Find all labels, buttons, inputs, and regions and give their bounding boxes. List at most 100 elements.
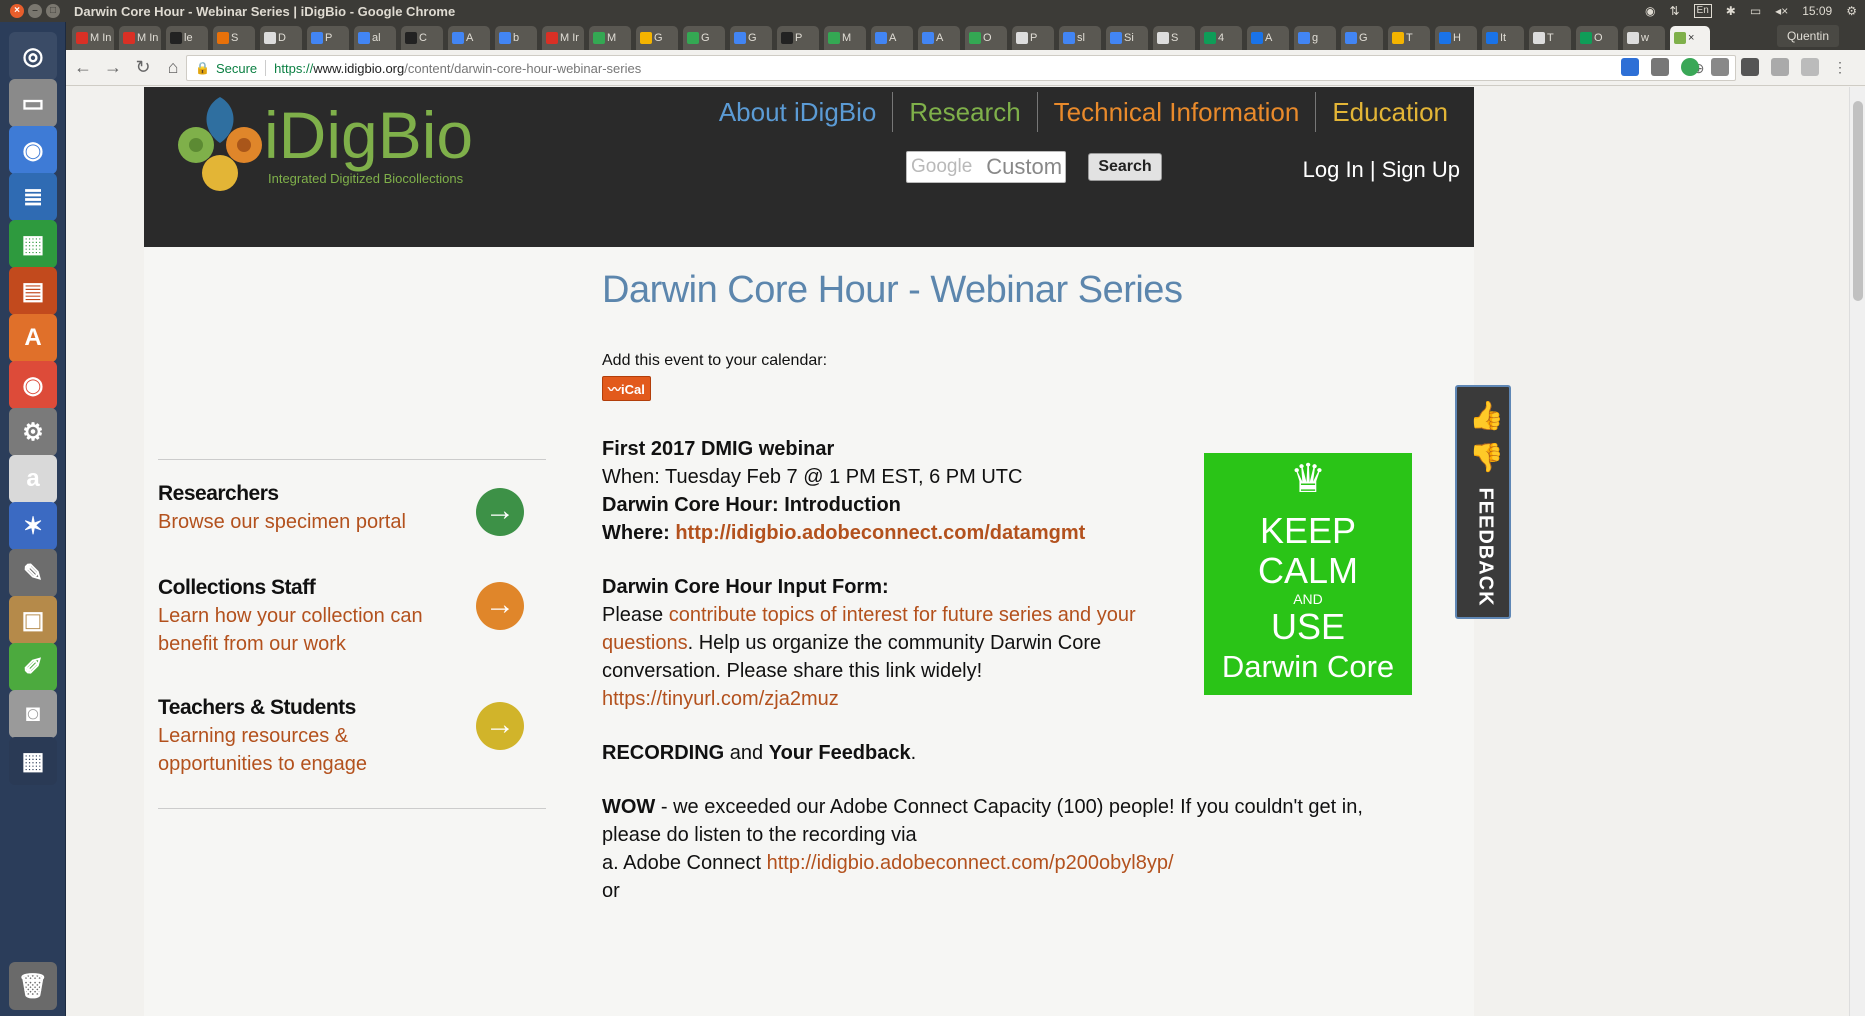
page-scrollbar[interactable] [1849,87,1865,1016]
writer-icon[interactable]: ≣ [9,173,57,221]
network-icon[interactable]: ⇅ [1669,4,1679,18]
login-signup-link[interactable]: Log In | Sign Up [1303,157,1460,183]
browser-tab[interactable]: G [636,26,678,50]
browser-tab[interactable]: P [777,26,819,50]
address-bar[interactable]: 🔒 Secure https:// www.idigbio.org /conte… [186,55,1736,81]
forward-icon[interactable]: → [100,55,126,81]
browser-tab[interactable]: T [1529,26,1571,50]
browser-tab[interactable]: O [1576,26,1618,50]
browser-tab[interactable]: A [448,26,490,50]
browser-tab[interactable]: b [495,26,537,50]
site-logo[interactable]: iDigBio Integrated Digitized Biocollecti… [172,93,473,193]
browser-tab[interactable]: T [1388,26,1430,50]
camera-icon[interactable]: ◙ [9,690,57,738]
nav-about-idigbio[interactable]: About iDigBio [703,92,894,132]
extension-icon-2[interactable] [1651,58,1669,76]
chrome-icon[interactable]: ◉ [9,361,57,409]
browser-tab[interactable]: M [824,26,866,50]
questions-link[interactable]: questions [602,632,688,654]
extension-icon-3[interactable] [1681,58,1699,76]
extension-icon-1[interactable] [1621,58,1639,76]
browser-tab[interactable]: H [1435,26,1477,50]
battery-icon[interactable]: ▭ [1750,4,1761,18]
nav-technical-information[interactable]: Technical Information [1038,92,1317,132]
archive-icon[interactable]: ▣ [9,596,57,644]
extension-icon-5[interactable] [1741,58,1759,76]
audience-link[interactable]: Browse our specimen portal [158,508,448,536]
arrow-right-icon[interactable]: → [476,488,524,536]
extension-icon-7[interactable] [1801,58,1819,76]
chrome-indicator-icon[interactable]: ◉ [1645,4,1655,18]
menu-kebab-icon[interactable]: ⋮ [1831,58,1849,76]
browser-tab[interactable]: C [401,26,443,50]
browser-tab[interactable]: × [1670,26,1710,50]
audience-link[interactable]: Learn how your collection can benefit fr… [158,602,448,658]
browser-tab[interactable]: O [965,26,1007,50]
browser-tab[interactable]: w [1623,26,1665,50]
extension-icon-4[interactable] [1711,58,1729,76]
browser-tab[interactable]: D [260,26,302,50]
volume-icon[interactable]: ◂× [1775,4,1788,18]
browser-tab[interactable]: 4 [1200,26,1242,50]
browser-tab[interactable]: A [1247,26,1289,50]
audience-link[interactable]: Learning resources & opportunities to en… [158,722,448,778]
browser-tab[interactable]: G [730,26,772,50]
nav-research[interactable]: Research [893,92,1038,132]
browser-tab[interactable]: A [918,26,960,50]
nav-education[interactable]: Education [1316,92,1464,132]
browser-tab[interactable]: S [1153,26,1195,50]
browser-tab[interactable]: G [1341,26,1383,50]
browser-tab[interactable]: M In [72,26,114,50]
workspace-icon[interactable]: ▦ [9,737,57,785]
browser-tab[interactable]: Si [1106,26,1148,50]
editor-icon[interactable]: ✐ [9,643,57,691]
impress-icon[interactable]: ▤ [9,267,57,315]
trash-icon[interactable]: 🗑 [9,962,57,1010]
arrow-right-icon[interactable]: → [476,702,524,750]
scrollbar-thumb[interactable] [1853,101,1863,301]
session-gear-icon[interactable]: ⚙ [1846,4,1857,18]
home-icon[interactable]: ⌂ [160,55,186,81]
window-minimize-button[interactable]: – [28,4,42,18]
extension-icon-6[interactable] [1771,58,1789,76]
amazon-icon[interactable]: a [9,455,57,503]
browser-tab[interactable]: M In [119,26,161,50]
bluetooth-icon[interactable]: ✱ [1726,4,1736,18]
back-icon[interactable]: ← [70,55,96,81]
ical-button[interactable]: 〰iCal [602,376,651,401]
reload-icon[interactable]: ↻ [130,55,156,81]
audience-item[interactable]: Teachers & Students Learning resources & … [158,696,546,794]
calc-icon[interactable]: ▦ [9,220,57,268]
browser-tab[interactable]: g [1294,26,1336,50]
profile-name[interactable]: Quentin [1776,25,1839,47]
browser-tab[interactable]: S [213,26,255,50]
feedback-tab[interactable]: 👍 👎 FEEDBACK [1455,385,1511,619]
files-icon[interactable]: ▭ [9,79,57,127]
software-center-icon[interactable]: A [9,314,57,362]
browser-tab[interactable]: It [1482,26,1524,50]
audience-item[interactable]: Researchers Browse our specimen portal → [158,482,546,554]
clock[interactable]: 15:09 [1802,4,1832,18]
search-button[interactable]: Search [1088,153,1162,181]
xmind-icon[interactable]: ✶ [9,502,57,550]
browser-tab[interactable]: le [166,26,208,50]
keyboard-layout-indicator[interactable]: En [1693,4,1712,18]
custom-search-input[interactable]: Google Custom Search [906,151,1066,183]
contribute-topics-link[interactable]: contribute topics of interest for future… [669,604,1136,626]
browser-tab[interactable]: G [683,26,725,50]
recording-link[interactable]: http://idigbio.adobeconnect.com/p200obyl… [767,852,1174,874]
window-close-button[interactable]: × [10,4,24,18]
settings-icon[interactable]: ⚙ [9,408,57,456]
browser-tab[interactable]: M [589,26,631,50]
chromium-icon[interactable]: ◉ [9,126,57,174]
dash-home-icon[interactable]: ◎ [9,32,57,80]
browser-tab[interactable]: M Ir [542,26,584,50]
window-maximize-button[interactable]: □ [46,4,60,18]
where-link[interactable]: http://idigbio.adobeconnect.com/datamgmt [675,522,1085,544]
browser-tab[interactable]: P [1012,26,1054,50]
browser-tab[interactable]: sl [1059,26,1101,50]
arrow-right-icon[interactable]: → [476,582,524,630]
audience-item[interactable]: Collections Staff Learn how your collecti… [158,576,546,674]
browser-tab[interactable]: A [871,26,913,50]
browser-tab[interactable]: al [354,26,396,50]
